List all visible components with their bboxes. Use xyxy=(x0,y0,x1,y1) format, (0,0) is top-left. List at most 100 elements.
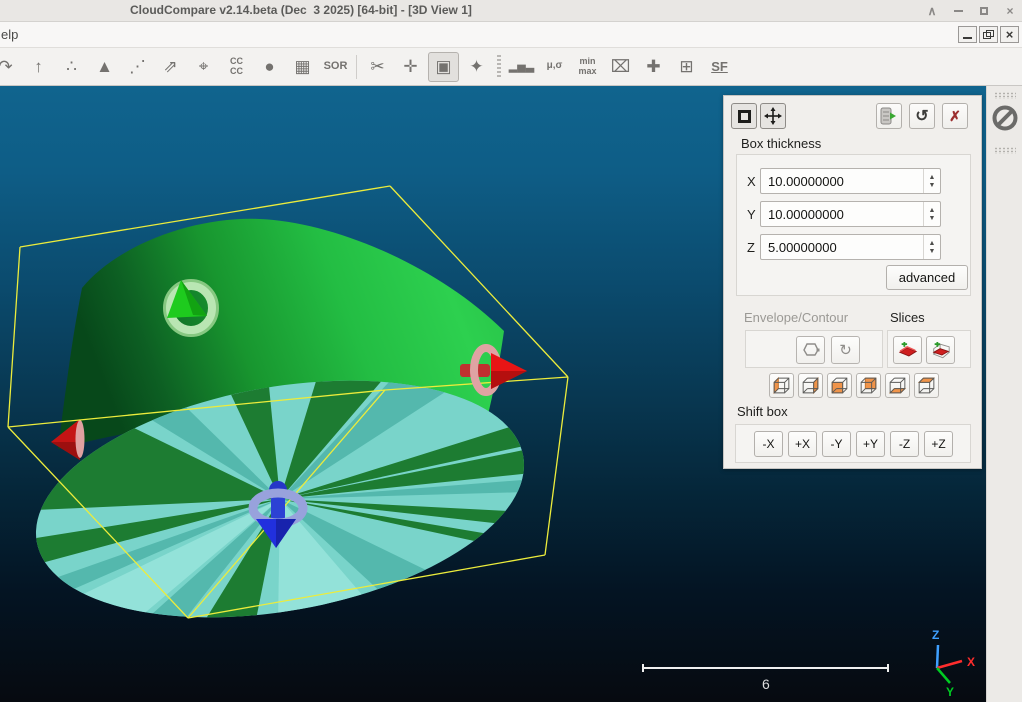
main-area: 6 Z X Y xyxy=(0,86,1022,702)
axis-y-label: Y xyxy=(946,685,954,699)
export-db-icon xyxy=(879,107,899,125)
sf-icon[interactable]: SF xyxy=(704,52,735,82)
shift-z-minus-button[interactable]: -Z xyxy=(890,431,919,457)
segment-scissors-icon[interactable]: ✂ xyxy=(362,52,393,82)
shift-box-frame: -X +X -Y +Y -Z +Z xyxy=(735,424,971,463)
extract-slice-button[interactable] xyxy=(893,336,922,364)
gizmo-ring-x-minus[interactable] xyxy=(76,420,85,458)
move-arrows-icon xyxy=(764,107,782,125)
face-button-y-plus[interactable] xyxy=(856,373,881,398)
envelope-contour-label: Envelope/Contour xyxy=(744,310,848,325)
forbidden-icon[interactable] xyxy=(990,103,1020,133)
box-icon xyxy=(738,110,751,123)
apply-transformation-icon[interactable]: ↑ xyxy=(23,52,54,82)
mesh-sampling-icon[interactable]: ▲ xyxy=(89,52,120,82)
thickness-row-z: Z 5.00000000 ▲▼ xyxy=(737,234,972,260)
reset-envelope-button[interactable]: ↻ xyxy=(831,336,860,364)
extract-envelope-button[interactable] xyxy=(796,336,825,364)
point-pair-align-icon[interactable]: CC CC xyxy=(221,52,252,82)
histogram-icon[interactable]: ▂▅▃ xyxy=(506,52,537,82)
titlebar: CloudCompare v2.14.beta (Dec 3 2025) [64… xyxy=(0,0,1022,22)
multi-slice-icon xyxy=(931,342,951,359)
toolbar-drag-handle[interactable] xyxy=(994,147,1016,154)
primitive-factory-icon[interactable]: ● xyxy=(254,52,285,82)
shift-y-minus-button[interactable]: -Y xyxy=(822,431,851,457)
thickness-row-x: X 10.00000000 ▲▼ xyxy=(737,168,972,194)
restore-last-box-button[interactable]: ↺ xyxy=(909,103,935,129)
add-sf-icon[interactable]: ✚ xyxy=(638,52,669,82)
face-button-x-plus[interactable] xyxy=(798,373,823,398)
face-button-y-minus[interactable] xyxy=(827,373,852,398)
cloudcompare-window: CloudCompare v2.14.beta (Dec 3 2025) [64… xyxy=(0,0,1022,702)
shift-x-minus-button[interactable]: -X xyxy=(754,431,783,457)
close-tool-button[interactable]: ✗ xyxy=(942,103,968,129)
face-button-z-plus[interactable] xyxy=(914,373,939,398)
y-thickness-spinbox[interactable]: 10.00000000 ▲▼ xyxy=(760,201,941,227)
export-slices-button[interactable] xyxy=(876,103,902,129)
slices-label: Slices xyxy=(890,310,925,325)
label-point-icon[interactable]: ⌖ xyxy=(188,52,219,82)
right-dock-toolbar xyxy=(986,86,1022,702)
single-slice-icon xyxy=(898,342,918,359)
shift-x-plus-button[interactable]: +X xyxy=(788,431,817,457)
spin-arrows[interactable]: ▲▼ xyxy=(923,202,940,226)
mdi-window-controls: × xyxy=(958,26,1019,43)
interpolate-icon[interactable]: ⇗ xyxy=(155,52,186,82)
shift-y-plus-button[interactable]: +Y xyxy=(856,431,885,457)
spin-arrows[interactable]: ▲▼ xyxy=(923,235,940,259)
interactive-mode-button[interactable] xyxy=(760,103,786,129)
z-thickness-spinbox[interactable]: 5.00000000 ▲▼ xyxy=(760,234,941,260)
toolbar-drag-handle[interactable] xyxy=(994,92,1016,99)
window-title: CloudCompare v2.14.beta (Dec 3 2025) [64… xyxy=(130,3,472,17)
spin-arrows[interactable]: ▲▼ xyxy=(923,169,940,193)
translate-rotate-icon[interactable]: ✛ xyxy=(395,52,426,82)
delete-sf-icon[interactable]: ⌧ xyxy=(605,52,636,82)
shade-window-icon[interactable]: ∧ xyxy=(924,3,940,19)
close-window-icon[interactable]: × xyxy=(1002,3,1018,19)
x-axis-label: X xyxy=(747,174,756,189)
extract-multiple-slices-button[interactable] xyxy=(926,336,955,364)
axis-z-label: Z xyxy=(932,628,939,642)
cross-section-icon[interactable]: ▣ xyxy=(428,52,459,82)
sor-filter-icon[interactable]: SOR xyxy=(320,52,351,82)
point-picking-icon[interactable]: ✦ xyxy=(461,52,492,82)
noise-filter-icon[interactable]: ⋰ xyxy=(122,52,153,82)
slices-frame xyxy=(887,330,971,368)
box-thickness-label: Box thickness xyxy=(741,136,821,151)
menubar: elp × xyxy=(0,22,1022,48)
cross-section-panel: ↺ ✗ Box thickness X 10.00000000 ▲▼ Y xyxy=(723,95,982,469)
envelope-frame: ↻ xyxy=(745,330,883,368)
face-button-z-minus[interactable] xyxy=(885,373,910,398)
face-button-x-minus[interactable] xyxy=(769,373,794,398)
minimize-window-icon[interactable] xyxy=(950,3,966,19)
slice-face-buttons xyxy=(769,373,949,399)
shift-z-plus-button[interactable]: +Z xyxy=(924,431,953,457)
axis-x-label: X xyxy=(967,655,975,669)
x-thickness-spinbox[interactable]: 10.00000000 ▲▼ xyxy=(760,168,941,194)
filter-by-value-icon[interactable]: min max xyxy=(572,52,603,82)
toolbar-separator-dotted xyxy=(497,55,501,79)
maximize-window-icon[interactable] xyxy=(976,3,992,19)
mdi-close-button[interactable]: × xyxy=(1000,26,1019,43)
menu-help-partial[interactable]: elp xyxy=(1,27,18,42)
advanced-button[interactable]: advanced xyxy=(886,265,968,290)
sf-arithmetic-icon[interactable]: ⊞ xyxy=(671,52,702,82)
toggle-box-visibility-button[interactable] xyxy=(731,103,757,129)
main-toolbar: ↷ ↑ ∴ ▲ ⋰ ⇗ ⌖ CC CC ● ▦ SOR ✂ ✛ ▣ ✦ ▂▅▃ … xyxy=(0,48,1022,86)
toolbar-separator xyxy=(356,55,357,79)
gizmo-arrow-z-plus[interactable] xyxy=(165,280,217,335)
curved-arrow-icon[interactable]: ↷ xyxy=(0,52,21,82)
3d-viewport[interactable]: 6 Z X Y xyxy=(0,86,986,702)
mdi-minimize-button[interactable] xyxy=(958,26,977,43)
checkerboard-icon[interactable]: ▦ xyxy=(287,52,318,82)
y-axis-label: Y xyxy=(747,207,756,222)
window-controls: ∧ × xyxy=(924,0,1018,22)
mdi-restore-button[interactable] xyxy=(979,26,998,43)
z-axis-label: Z xyxy=(747,240,755,255)
box-thickness-frame: X 10.00000000 ▲▼ Y 10.00000000 ▲▼ xyxy=(736,154,971,296)
polygon-icon xyxy=(802,342,820,358)
stats-icon[interactable]: μ,σ xyxy=(539,52,570,82)
scale-bar-value: 6 xyxy=(762,676,770,692)
shift-box-label: Shift box xyxy=(737,404,788,419)
subsample-icon[interactable]: ∴ xyxy=(56,52,87,82)
